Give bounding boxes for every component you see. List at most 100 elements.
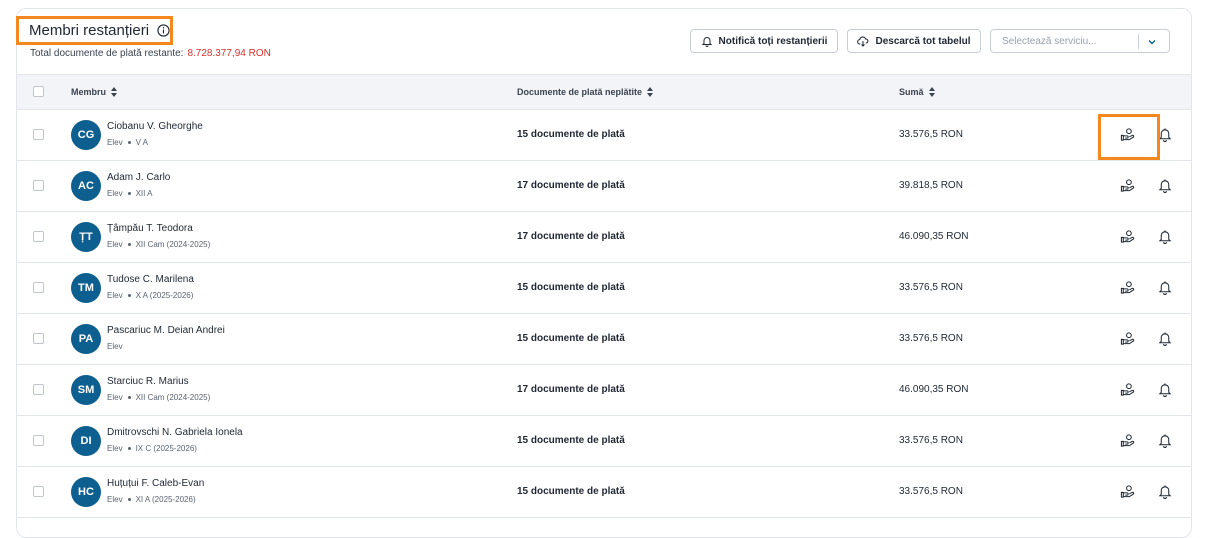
avatar: HC: [71, 477, 101, 507]
page-title: Membri restanțieri: [29, 22, 150, 39]
member-name[interactable]: Starciuc R. Marius: [107, 376, 189, 387]
member-name[interactable]: Adam J. Carlo: [107, 172, 170, 183]
amount-due: 33.576,5 RON: [899, 129, 963, 140]
hand-money-icon[interactable]: [1120, 280, 1135, 295]
notify-all-button[interactable]: Notifică toți restanțierii: [690, 29, 838, 53]
column-documents-label: Documente de plată neplătite: [517, 87, 643, 97]
separator-dot: [127, 447, 131, 450]
select-divider: [1138, 34, 1139, 49]
member-class: XII Cam (2024-2025): [135, 240, 211, 249]
member-name[interactable]: Dmitrovschi N. Gabriela Ionela: [107, 427, 243, 438]
member-role: Elev: [107, 342, 123, 351]
bell-icon[interactable]: [1158, 127, 1172, 142]
total-overdue-label: Total documente de plată restante:: [30, 48, 184, 59]
total-overdue-amount: 8.728.377,94 RON: [187, 48, 271, 59]
row-checkbox[interactable]: [33, 486, 44, 497]
separator-dot: [127, 192, 131, 195]
service-select-placeholder: Selectează serviciu...: [1002, 36, 1097, 47]
separator-dot: [127, 294, 131, 297]
member-class: XII Cam (2024-2025): [135, 393, 211, 402]
separator-dot: [127, 396, 131, 399]
member-name[interactable]: Tudose C. Marilena: [107, 274, 194, 285]
bell-icon[interactable]: [1158, 331, 1172, 346]
notify-all-label: Notifică toți restanțierii: [718, 35, 828, 47]
row-checkbox[interactable]: [33, 333, 44, 344]
select-all-checkbox[interactable]: [33, 86, 44, 97]
download-table-button[interactable]: Descarcă tot tabelul: [847, 29, 981, 53]
member-name[interactable]: Pascariuc M. Deian Andrei: [107, 325, 225, 336]
column-amount-label: Sumă: [899, 87, 924, 97]
avatar: PA: [71, 324, 101, 354]
separator-dot: [127, 243, 131, 246]
member-meta: Elev: [107, 342, 128, 351]
sort-icon: [647, 87, 654, 97]
bell-icon[interactable]: [1158, 484, 1172, 499]
member-role: Elev: [107, 240, 123, 249]
member-class: V A: [135, 138, 149, 147]
member-role: Elev: [107, 393, 123, 402]
avatar: TM: [71, 273, 101, 303]
amount-due: 39.818,5 RON: [899, 180, 963, 191]
table-row: SM Starciuc R. Marius Elev XII Cam (2024…: [17, 365, 1191, 416]
hand-money-icon[interactable]: [1120, 229, 1135, 244]
bell-icon[interactable]: [1158, 433, 1172, 448]
row-checkbox[interactable]: [33, 231, 44, 242]
hand-money-icon[interactable]: [1120, 127, 1135, 142]
hand-money-icon[interactable]: [1120, 484, 1135, 499]
member-name[interactable]: Ciobanu V. Gheorghe: [107, 121, 203, 132]
table-row: DI Dmitrovschi N. Gabriela Ionela Elev I…: [17, 416, 1191, 467]
member-role: Elev: [107, 444, 123, 453]
unpaid-documents: 15 documente de plată: [517, 129, 625, 140]
column-documents[interactable]: Documente de plată neplătite: [517, 86, 654, 98]
separator-dot: [127, 498, 131, 501]
unpaid-documents: 15 documente de plată: [517, 282, 625, 293]
chevron-down-icon[interactable]: [1146, 36, 1158, 48]
member-meta: Elev X A (2025-2026): [107, 291, 193, 300]
table-row: PA Pascariuc M. Deian Andrei Elev 15 doc…: [17, 314, 1191, 365]
member-meta: Elev XI A (2025-2026): [107, 495, 196, 504]
avatar: ȚT: [71, 222, 101, 252]
row-checkbox[interactable]: [33, 435, 44, 446]
bell-icon[interactable]: [1158, 229, 1172, 244]
table-row: CG Ciobanu V. Gheorghe Elev V A 15 docum…: [17, 110, 1191, 161]
total-overdue-summary: Total documente de plată restante: 8.728.…: [30, 48, 271, 59]
bell-icon[interactable]: [1158, 280, 1172, 295]
member-class: X A (2025-2026): [135, 291, 194, 300]
column-amount[interactable]: Sumă: [899, 86, 936, 98]
unpaid-documents: 15 documente de plată: [517, 333, 625, 344]
table-row: AC Adam J. Carlo Elev XII A 17 documente…: [17, 161, 1191, 212]
unpaid-documents: 15 documente de plată: [517, 435, 625, 446]
unpaid-documents: 17 documente de plată: [517, 231, 625, 242]
row-checkbox[interactable]: [33, 180, 44, 191]
card-title-row: Membri restanțieri: [29, 22, 170, 39]
column-member[interactable]: Membru: [71, 86, 118, 98]
sort-icon: [111, 87, 118, 97]
unpaid-documents: 15 documente de plată: [517, 486, 625, 497]
member-name[interactable]: Țâmpău T. Teodora: [107, 223, 193, 234]
row-checkbox[interactable]: [33, 129, 44, 140]
unpaid-documents: 17 documente de plată: [517, 384, 625, 395]
service-select[interactable]: Selectează serviciu...: [990, 29, 1170, 53]
hand-money-icon[interactable]: [1120, 382, 1135, 397]
row-checkbox[interactable]: [33, 282, 44, 293]
column-member-label: Membru: [71, 87, 107, 97]
member-class: IX C (2025-2026): [135, 444, 197, 453]
member-meta: Elev XII Cam (2024-2025): [107, 393, 210, 402]
info-icon[interactable]: [157, 24, 170, 37]
cloud-download-icon: [857, 36, 869, 47]
avatar: SM: [71, 375, 101, 405]
hand-money-icon[interactable]: [1120, 331, 1135, 346]
hand-money-icon[interactable]: [1120, 178, 1135, 193]
amount-due: 33.576,5 RON: [899, 435, 963, 446]
member-meta: Elev XII Cam (2024-2025): [107, 240, 210, 249]
member-name[interactable]: Huțuțui F. Caleb-Evan: [107, 478, 204, 489]
bell-icon[interactable]: [1158, 382, 1172, 397]
row-checkbox[interactable]: [33, 384, 44, 395]
member-role: Elev: [107, 495, 123, 504]
unpaid-documents: 17 documente de plată: [517, 180, 625, 191]
hand-money-icon[interactable]: [1120, 433, 1135, 448]
bell-icon[interactable]: [1158, 178, 1172, 193]
bell-icon: [701, 37, 712, 47]
member-meta: Elev IX C (2025-2026): [107, 444, 197, 453]
amount-due: 46.090,35 RON: [899, 384, 969, 395]
